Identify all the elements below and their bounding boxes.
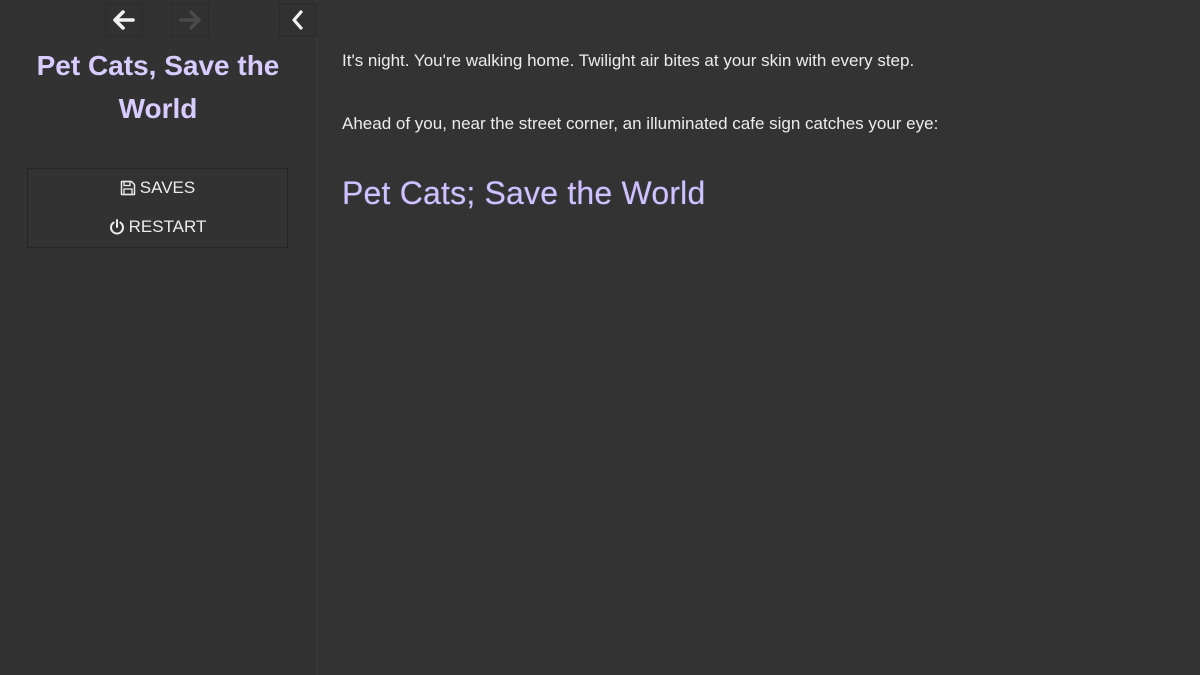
sidebar: Pet Cats, Save the World SAVES RESTART — [0, 0, 317, 675]
arrow-left-icon — [113, 10, 135, 30]
history-forward-button[interactable] — [171, 3, 209, 37]
sidebar-toggle-button[interactable] — [279, 3, 317, 37]
story-menu: SAVES RESTART — [27, 168, 288, 248]
story-passage: It's night. You're walking home. Twiligh… — [342, 49, 1162, 213]
restart-button[interactable]: RESTART — [28, 208, 287, 246]
passage-paragraph-1: It's night. You're walking home. Twiligh… — [342, 51, 915, 70]
story-title: Pet Cats, Save the World — [36, 50, 280, 124]
history-back-button[interactable] — [105, 3, 143, 37]
power-icon — [109, 219, 125, 235]
restart-label: RESTART — [128, 217, 207, 236]
cafe-sign-text: Pet Cats; Save the World — [342, 175, 706, 211]
saves-button[interactable]: SAVES — [28, 169, 287, 207]
chevron-left-icon — [290, 10, 306, 30]
arrow-right-icon — [179, 10, 201, 30]
saves-label: SAVES — [139, 178, 196, 197]
passage-paragraph-2: Ahead of you, near the street corner, an… — [342, 114, 939, 133]
floppy-disk-icon — [120, 180, 136, 196]
